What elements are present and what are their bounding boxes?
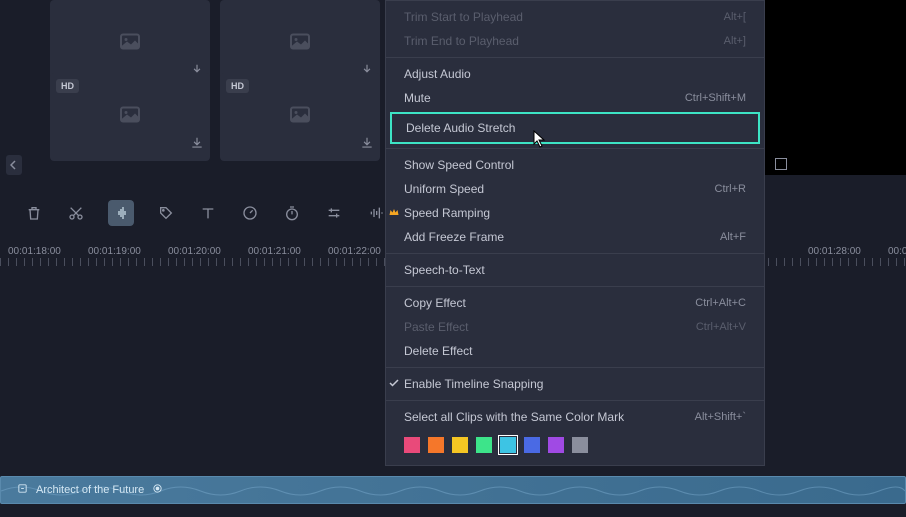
menu-item-adjust-audio[interactable]: Adjust Audio (386, 62, 764, 86)
image-placeholder-icon (288, 103, 312, 132)
image-placeholder-icon (118, 30, 142, 59)
ruler-time: 00:01:28:00 (808, 246, 884, 257)
menu-shortcut: Alt+Shift+` (695, 411, 746, 423)
menu-item-delete-audio-stretch[interactable]: Delete Audio Stretch (390, 112, 760, 144)
menu-item-copy-effect[interactable]: Copy Effect Ctrl+Alt+C (386, 291, 764, 315)
image-placeholder-icon (288, 30, 312, 59)
ruler-time: 00:01:20:00 (168, 246, 244, 257)
color-swatch-purple[interactable] (548, 437, 564, 453)
color-swatch-yellow[interactable] (452, 437, 468, 453)
preview-panel (765, 0, 906, 175)
ruler-time: 00:01:18:00 (8, 246, 84, 257)
color-swatch-gray[interactable] (572, 437, 588, 453)
link-icon (17, 481, 28, 499)
menu-separator (386, 400, 764, 401)
ruler-time: 00:01:29:0 (888, 246, 906, 257)
speed-icon[interactable] (240, 203, 260, 223)
menu-label: Delete Effect (404, 344, 472, 358)
crown-icon (388, 206, 400, 221)
menu-shortcut: Ctrl+Alt+C (695, 297, 746, 309)
menu-shortcut: Alt+F (720, 231, 746, 243)
download-icon[interactable] (190, 136, 204, 155)
menu-shortcut: Ctrl+R (715, 183, 746, 195)
menu-shortcut: Ctrl+Shift+M (685, 92, 746, 104)
text-icon[interactable] (198, 203, 218, 223)
color-swatch-green[interactable] (476, 437, 492, 453)
menu-item-mute[interactable]: Mute Ctrl+Shift+M (386, 86, 764, 110)
menu-label: Paste Effect (404, 320, 468, 334)
menu-item-uniform-speed[interactable]: Uniform Speed Ctrl+R (386, 177, 764, 201)
menu-label: Enable Timeline Snapping (404, 377, 543, 391)
menu-label: Speed Ramping (404, 206, 490, 220)
audio-track-label: Architect of the Future (36, 484, 144, 496)
hd-badge: HD (56, 79, 79, 93)
menu-item-trim-start: Trim Start to Playhead Alt+[ (386, 5, 764, 29)
color-swatch-orange[interactable] (428, 437, 444, 453)
cut-icon[interactable] (66, 203, 86, 223)
equalizer-icon[interactable] (366, 203, 386, 223)
media-thumbnail[interactable]: HD (50, 73, 210, 161)
menu-shortcut: Alt+[ (724, 11, 746, 23)
color-swatch-cyan[interactable] (500, 437, 516, 453)
tag-icon[interactable] (156, 203, 176, 223)
context-menu: Trim Start to Playhead Alt+[ Trim End to… (385, 0, 765, 466)
ruler-time: 00:01:21:00 (248, 246, 324, 257)
preview-marker-icon (775, 158, 787, 170)
menu-item-trim-end: Trim End to Playhead Alt+] (386, 29, 764, 53)
menu-item-show-speed[interactable]: Show Speed Control (386, 153, 764, 177)
menu-label: Mute (404, 91, 431, 105)
menu-separator (386, 148, 764, 149)
menu-item-add-freeze[interactable]: Add Freeze Frame Alt+F (386, 225, 764, 249)
menu-shortcut: Ctrl+Alt+V (696, 321, 746, 333)
color-swatch-blue[interactable] (524, 437, 540, 453)
check-icon (388, 377, 400, 392)
menu-label: Copy Effect (404, 296, 466, 310)
menu-label: Adjust Audio (404, 67, 471, 81)
menu-item-paste-effect: Paste Effect Ctrl+Alt+V (386, 315, 764, 339)
color-swatch-row (386, 429, 764, 461)
menu-separator (386, 253, 764, 254)
menu-item-enable-snapping[interactable]: Enable Timeline Snapping (386, 372, 764, 396)
menu-label: Show Speed Control (404, 158, 514, 172)
menu-label: Trim End to Playhead (404, 34, 519, 48)
image-placeholder-icon (118, 103, 142, 132)
media-thumbnail[interactable]: HD (220, 73, 380, 161)
ruler-time: 00:01:19:00 (88, 246, 164, 257)
menu-shortcut: Alt+] (724, 35, 746, 47)
menu-item-speech-to-text[interactable]: Speech-to-Text (386, 258, 764, 282)
menu-item-speed-ramping[interactable]: Speed Ramping (386, 201, 764, 225)
color-swatch-pink[interactable] (404, 437, 420, 453)
audio-track-clip[interactable]: Architect of the Future (0, 476, 906, 504)
menu-label: Trim Start to Playhead (404, 10, 523, 24)
timer-icon[interactable] (282, 203, 302, 223)
adjust-icon[interactable] (324, 203, 344, 223)
menu-item-delete-effect[interactable]: Delete Effect (386, 339, 764, 363)
menu-separator (386, 367, 764, 368)
menu-label: Delete Audio Stretch (406, 121, 515, 135)
media-panel: HD HD (0, 0, 385, 165)
chevron-left-icon (10, 160, 18, 170)
hd-badge: HD (226, 79, 249, 93)
menu-label: Select all Clips with the Same Color Mar… (404, 410, 624, 424)
audio-tool-icon[interactable] (108, 200, 134, 226)
download-icon[interactable] (360, 136, 374, 155)
menu-separator (386, 286, 764, 287)
marker-icon (152, 481, 163, 499)
delete-icon[interactable] (24, 203, 44, 223)
collapse-panel-button[interactable] (6, 155, 22, 175)
menu-label: Uniform Speed (404, 182, 484, 196)
menu-separator (386, 57, 764, 58)
menu-label: Add Freeze Frame (404, 230, 504, 244)
menu-label: Speech-to-Text (404, 263, 485, 277)
menu-item-select-color-mark[interactable]: Select all Clips with the Same Color Mar… (386, 405, 764, 429)
